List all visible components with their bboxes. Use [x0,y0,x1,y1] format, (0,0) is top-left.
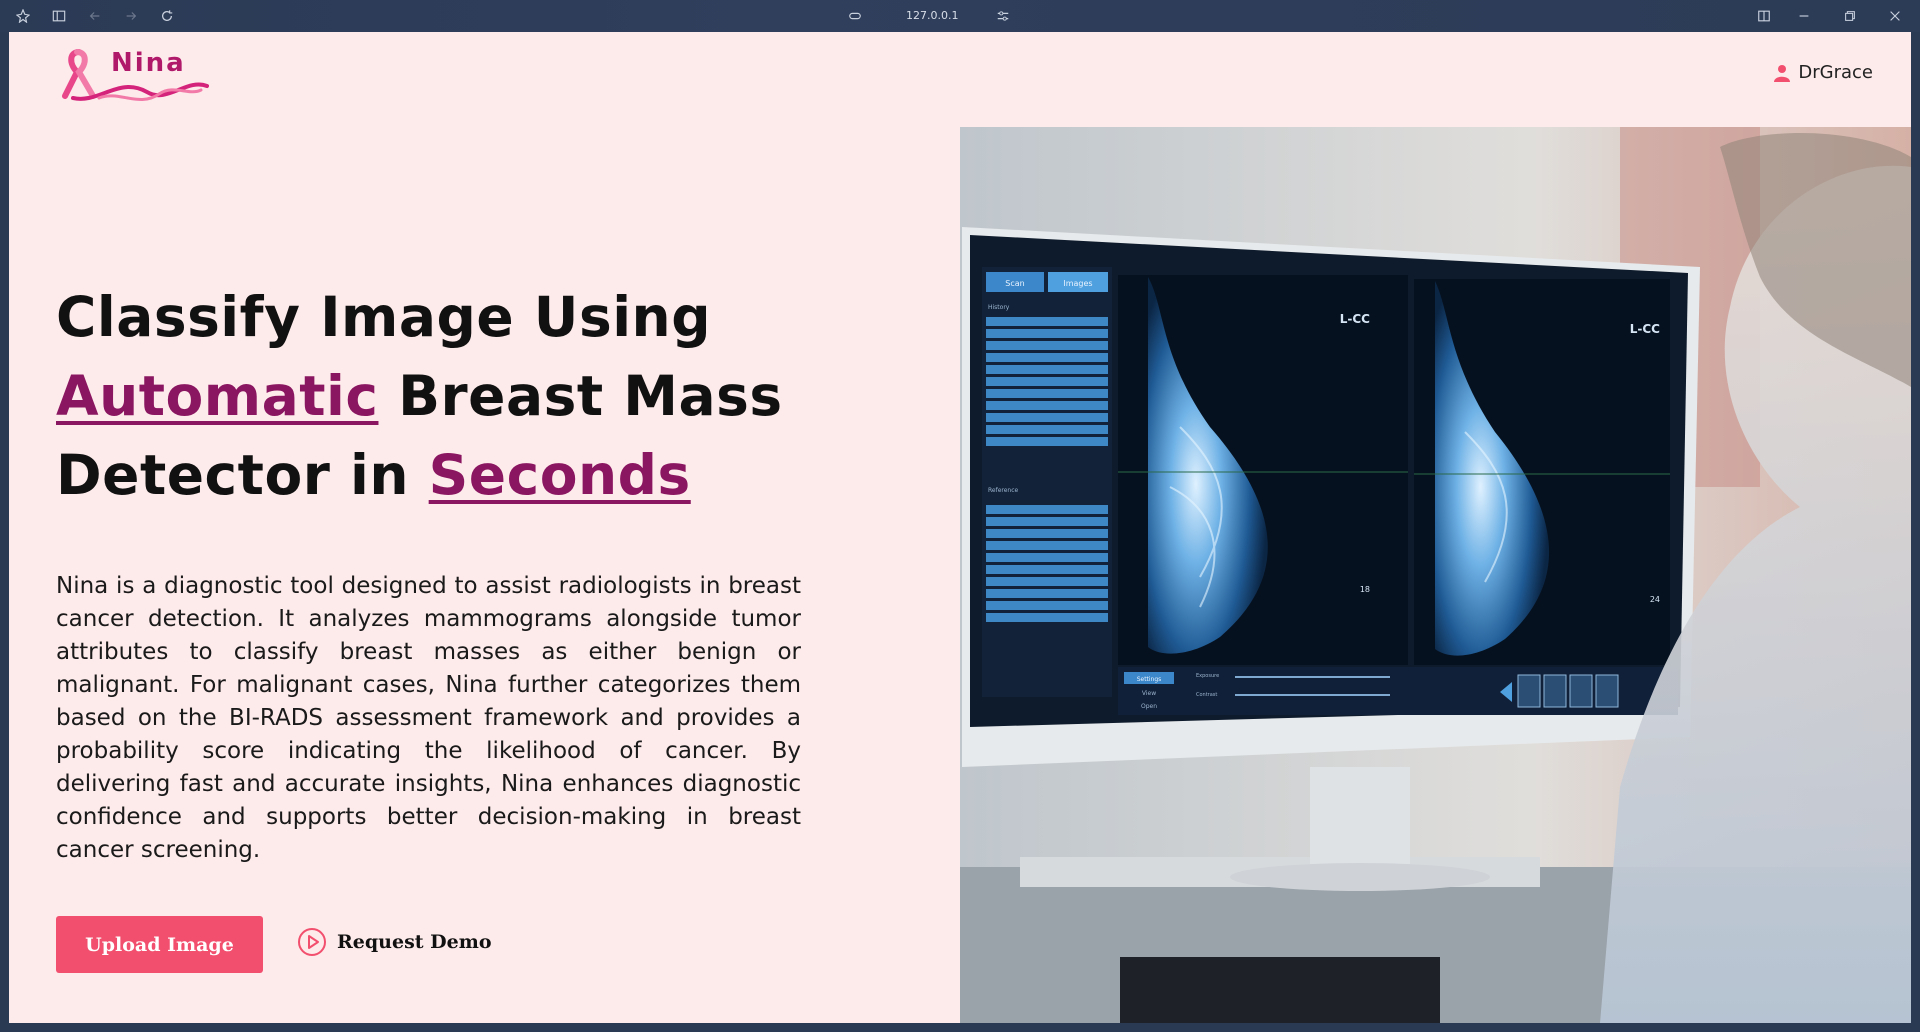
monitor-contrast-label: Contrast [1196,692,1217,698]
hero-title: Classify Image Using Automatic Breast Mas… [56,278,956,515]
landing-page: Nina DrGrace Classify Image Using Automat… [9,32,1911,1023]
page-settings-icon[interactable] [995,8,1011,24]
site-info-icon[interactable] [847,8,863,24]
hero-title-line1: Classify Image Using [56,285,712,349]
play-icon [298,928,326,956]
upload-image-button[interactable]: Upload Image [56,916,263,973]
split-view-icon[interactable] [1756,8,1772,24]
request-demo-label: Request Demo [337,931,492,953]
monitor-tab-scan: Scan [1005,279,1024,288]
monitor-settings-label: Settings [1137,676,1162,683]
monitor-tab-images: Images [1063,279,1092,288]
forward-icon[interactable] [123,8,139,24]
monitor-view-label: View [1142,690,1156,697]
hero-title-line2: Breast Mass [378,364,783,428]
back-icon[interactable] [87,8,103,24]
monitor-frame-right: 24 [1650,595,1660,604]
restore-icon[interactable] [1842,8,1858,24]
request-demo-button[interactable]: Request Demo [297,922,492,962]
monitor-exposure-label: Exposure [1196,673,1219,679]
browser-toolbar: 127.0.0.1 [0,0,1920,32]
user-name: DrGrace [1798,62,1873,83]
user-icon [1774,64,1791,82]
close-icon[interactable] [1887,8,1903,24]
minimize-icon[interactable] [1796,8,1812,24]
user-menu[interactable]: DrGrace [1774,62,1873,83]
hero-title-highlight-seconds: Seconds [428,443,691,507]
monitor-open-label: Open [1141,703,1157,710]
hero-title-highlight-automatic: Automatic [56,364,379,428]
mammogram-monitor-illustration: Scan Images History Reference L-CC 18 L-… [960,127,1911,1023]
hero-description: Nina is a diagnostic tool designed to as… [56,573,801,863]
monitor-reference-label: Reference [988,487,1019,494]
monitor-view-right-label: L-CC [1630,322,1660,336]
hero-image-radiologist-monitor: Scan Images History Reference L-CC 18 L-… [960,127,1911,1023]
monitor-history-label: History [988,304,1010,311]
sidebar-toggle-icon[interactable] [51,8,67,24]
monitor-frame-left: 18 [1360,585,1370,594]
hero-title-line3: Detector in [56,443,429,507]
address-bar[interactable]: 127.0.0.1 [906,9,958,22]
monitor-view-left-label: L-CC [1340,312,1370,326]
extensions-icon[interactable] [15,8,31,24]
logo-text: Nina [111,48,186,78]
reload-icon[interactable] [159,8,175,24]
